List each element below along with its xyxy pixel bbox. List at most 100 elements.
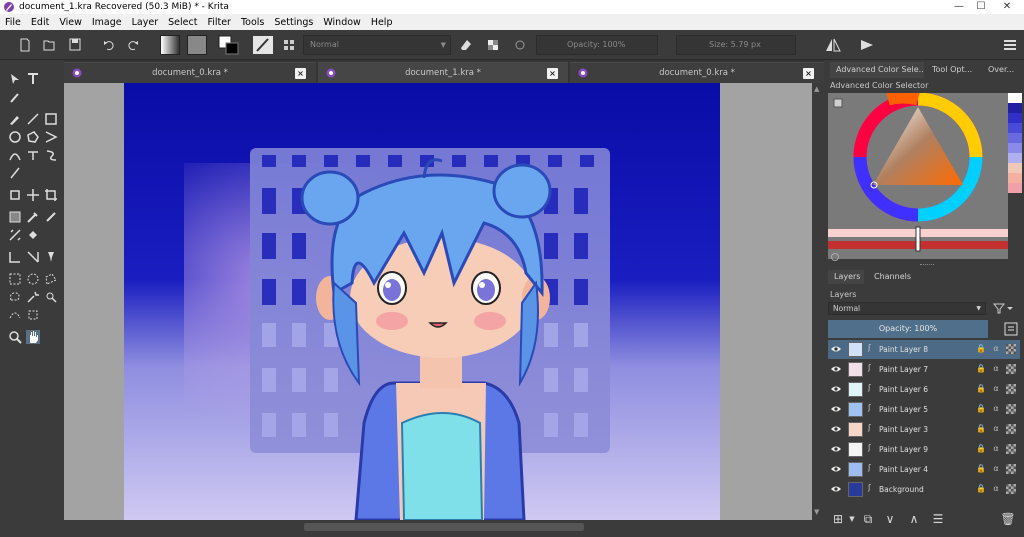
measure-tool-icon[interactable]	[8, 250, 22, 264]
inherit-alpha-checker-icon[interactable]	[1006, 344, 1016, 354]
polygon-tool-icon[interactable]	[26, 130, 40, 144]
inherit-alpha-checker-icon[interactable]	[1006, 424, 1016, 434]
inherit-alpha-checker-icon[interactable]	[1006, 484, 1016, 494]
color-swatch[interactable]	[1008, 113, 1022, 123]
alpha-lock-icon[interactable]: α	[991, 444, 1001, 454]
menu-edit[interactable]: Edit	[26, 17, 54, 28]
inherit-alpha-checker-icon[interactable]	[1006, 464, 1016, 474]
select-shapes-icon[interactable]	[8, 72, 22, 86]
inherit-alpha-checker-icon[interactable]	[1006, 404, 1016, 414]
save-icon[interactable]	[68, 35, 82, 55]
contiguous-select-icon[interactable]	[26, 290, 40, 304]
alpha-lock-icon[interactable]: α	[991, 344, 1001, 354]
visibility-eye-icon[interactable]	[831, 425, 841, 433]
close-tab-icon[interactable]: ×	[547, 68, 558, 79]
close-tab-icon[interactable]: ×	[295, 68, 306, 79]
mirror-horizontal-icon[interactable]	[824, 35, 842, 55]
alpha-lock-icon[interactable]	[485, 35, 501, 55]
line-tool-icon[interactable]	[26, 112, 40, 126]
magnetic-select-icon[interactable]	[26, 308, 40, 322]
visibility-eye-icon[interactable]	[831, 365, 841, 373]
lock-icon[interactable]: 🔒	[976, 444, 986, 454]
layer-opacity-slider[interactable]: Opacity: 100%	[828, 320, 988, 338]
ellipse-tool-icon[interactable]	[8, 130, 22, 144]
bezier-select-icon[interactable]	[8, 308, 22, 322]
open-document-icon[interactable]	[42, 35, 56, 55]
color-swatch[interactable]	[1008, 163, 1022, 173]
menu-tools[interactable]: Tools	[236, 17, 269, 28]
color-swatch[interactable]	[1008, 143, 1022, 153]
duplicate-layer-icon[interactable]: ⧉	[860, 511, 876, 527]
artwork-canvas[interactable]	[124, 83, 720, 520]
alpha-lock-icon[interactable]: α	[991, 404, 1001, 414]
crop-tool-icon[interactable]	[44, 188, 58, 202]
move-layer-down-icon[interactable]: ∨	[882, 511, 898, 527]
tab-document-0[interactable]: document_0.kra * ×	[64, 62, 316, 83]
layer-row[interactable]: ʃ Paint Layer 8 🔒 α	[828, 340, 1020, 359]
tab-channels[interactable]: Channels	[868, 270, 916, 284]
layer-blend-mode-dropdown[interactable]: Normal ▼	[828, 302, 986, 315]
visibility-eye-icon[interactable]	[831, 385, 841, 393]
color-swatch[interactable]	[1008, 103, 1022, 113]
layer-row[interactable]: ʃ Paint Layer 7 🔒 α	[828, 360, 1020, 379]
lock-icon[interactable]: 🔒	[976, 384, 986, 394]
menu-view[interactable]: View	[54, 17, 87, 28]
fill-tool-icon[interactable]	[26, 228, 40, 242]
inherit-alpha-checker-icon[interactable]	[1006, 384, 1016, 394]
layer-properties-list-icon[interactable]: ☰	[930, 511, 946, 527]
menu-image[interactable]: Image	[87, 17, 127, 28]
layer-row[interactable]: ʃ Paint Layer 6 🔒 α	[828, 380, 1020, 399]
lock-icon[interactable]: 🔒	[976, 364, 986, 374]
color-swatch[interactable]	[1008, 93, 1022, 103]
lock-icon[interactable]: 🔒	[976, 484, 986, 494]
canvas-horizontal-scrollbar[interactable]	[64, 520, 824, 537]
canvas-vertical-scrollbar[interactable]: ▲ ▼	[812, 83, 824, 520]
filter-icon[interactable]	[992, 302, 1014, 315]
redo-icon[interactable]	[126, 35, 140, 55]
reference-tool-icon[interactable]	[44, 250, 58, 264]
move-tool-icon[interactable]	[26, 188, 40, 202]
settings-icon[interactable]	[1002, 35, 1018, 55]
zoom-tool-icon[interactable]	[8, 330, 22, 344]
layer-row[interactable]: ʃ Paint Layer 9 🔒 α	[828, 440, 1020, 459]
alpha-lock-icon[interactable]: α	[991, 424, 1001, 434]
menu-select[interactable]: Select	[163, 17, 202, 28]
tab-document-0-copy[interactable]: document_0.kra * ×	[570, 62, 824, 83]
polyline-tool-icon[interactable]	[44, 130, 58, 144]
alpha-lock-icon[interactable]: α	[991, 484, 1001, 494]
alpha-lock-icon[interactable]: α	[991, 364, 1001, 374]
tab-tool-options[interactable]: Tool Opt...	[926, 62, 978, 78]
mirror-vertical-icon[interactable]	[858, 35, 876, 55]
inherit-alpha-checker-icon[interactable]	[1006, 364, 1016, 374]
tab-layers[interactable]: Layers	[828, 270, 864, 284]
transform-tool-icon[interactable]	[8, 188, 22, 202]
opacity-slider[interactable]: Opacity: 100%	[536, 35, 658, 55]
alpha-inherit-icon[interactable]: ʃ	[868, 403, 871, 412]
alpha-lock-icon[interactable]: α	[991, 384, 1001, 394]
refresh-icon[interactable]	[830, 252, 840, 262]
alpha-inherit-icon[interactable]: ʃ	[868, 483, 871, 492]
ellipse-select-icon[interactable]	[26, 272, 40, 286]
pattern-selector[interactable]	[187, 35, 207, 55]
layer-row[interactable]: ʃ Paint Layer 4 🔒 α	[828, 460, 1020, 479]
color-picker-icon[interactable]	[26, 210, 40, 224]
color-wheel[interactable]	[828, 93, 1008, 259]
maximize-button[interactable]: ☐	[968, 0, 994, 14]
multibrush-icon[interactable]	[8, 166, 22, 180]
visibility-eye-icon[interactable]	[831, 405, 841, 413]
blend-mode-dropdown[interactable]: Normal ▼	[303, 35, 451, 55]
menu-help[interactable]: Help	[366, 17, 398, 28]
layer-properties-icon[interactable]	[1004, 322, 1018, 336]
lock-icon[interactable]: 🔒	[976, 424, 986, 434]
reload-preset-icon[interactable]	[512, 35, 528, 55]
visibility-eye-icon[interactable]	[831, 445, 841, 453]
tab-advanced-color-selector[interactable]: Advanced Color Sele...	[830, 62, 924, 78]
alpha-inherit-icon[interactable]: ʃ	[868, 443, 871, 452]
scroll-up-icon[interactable]: ▲	[814, 85, 819, 93]
menu-filter[interactable]: Filter	[202, 17, 236, 28]
dynamic-brush-icon[interactable]	[44, 148, 58, 162]
visibility-eye-icon[interactable]	[831, 465, 841, 473]
lock-icon[interactable]: 🔒	[976, 344, 986, 354]
alpha-inherit-icon[interactable]: ʃ	[868, 383, 871, 392]
color-selector[interactable]	[828, 93, 1008, 259]
